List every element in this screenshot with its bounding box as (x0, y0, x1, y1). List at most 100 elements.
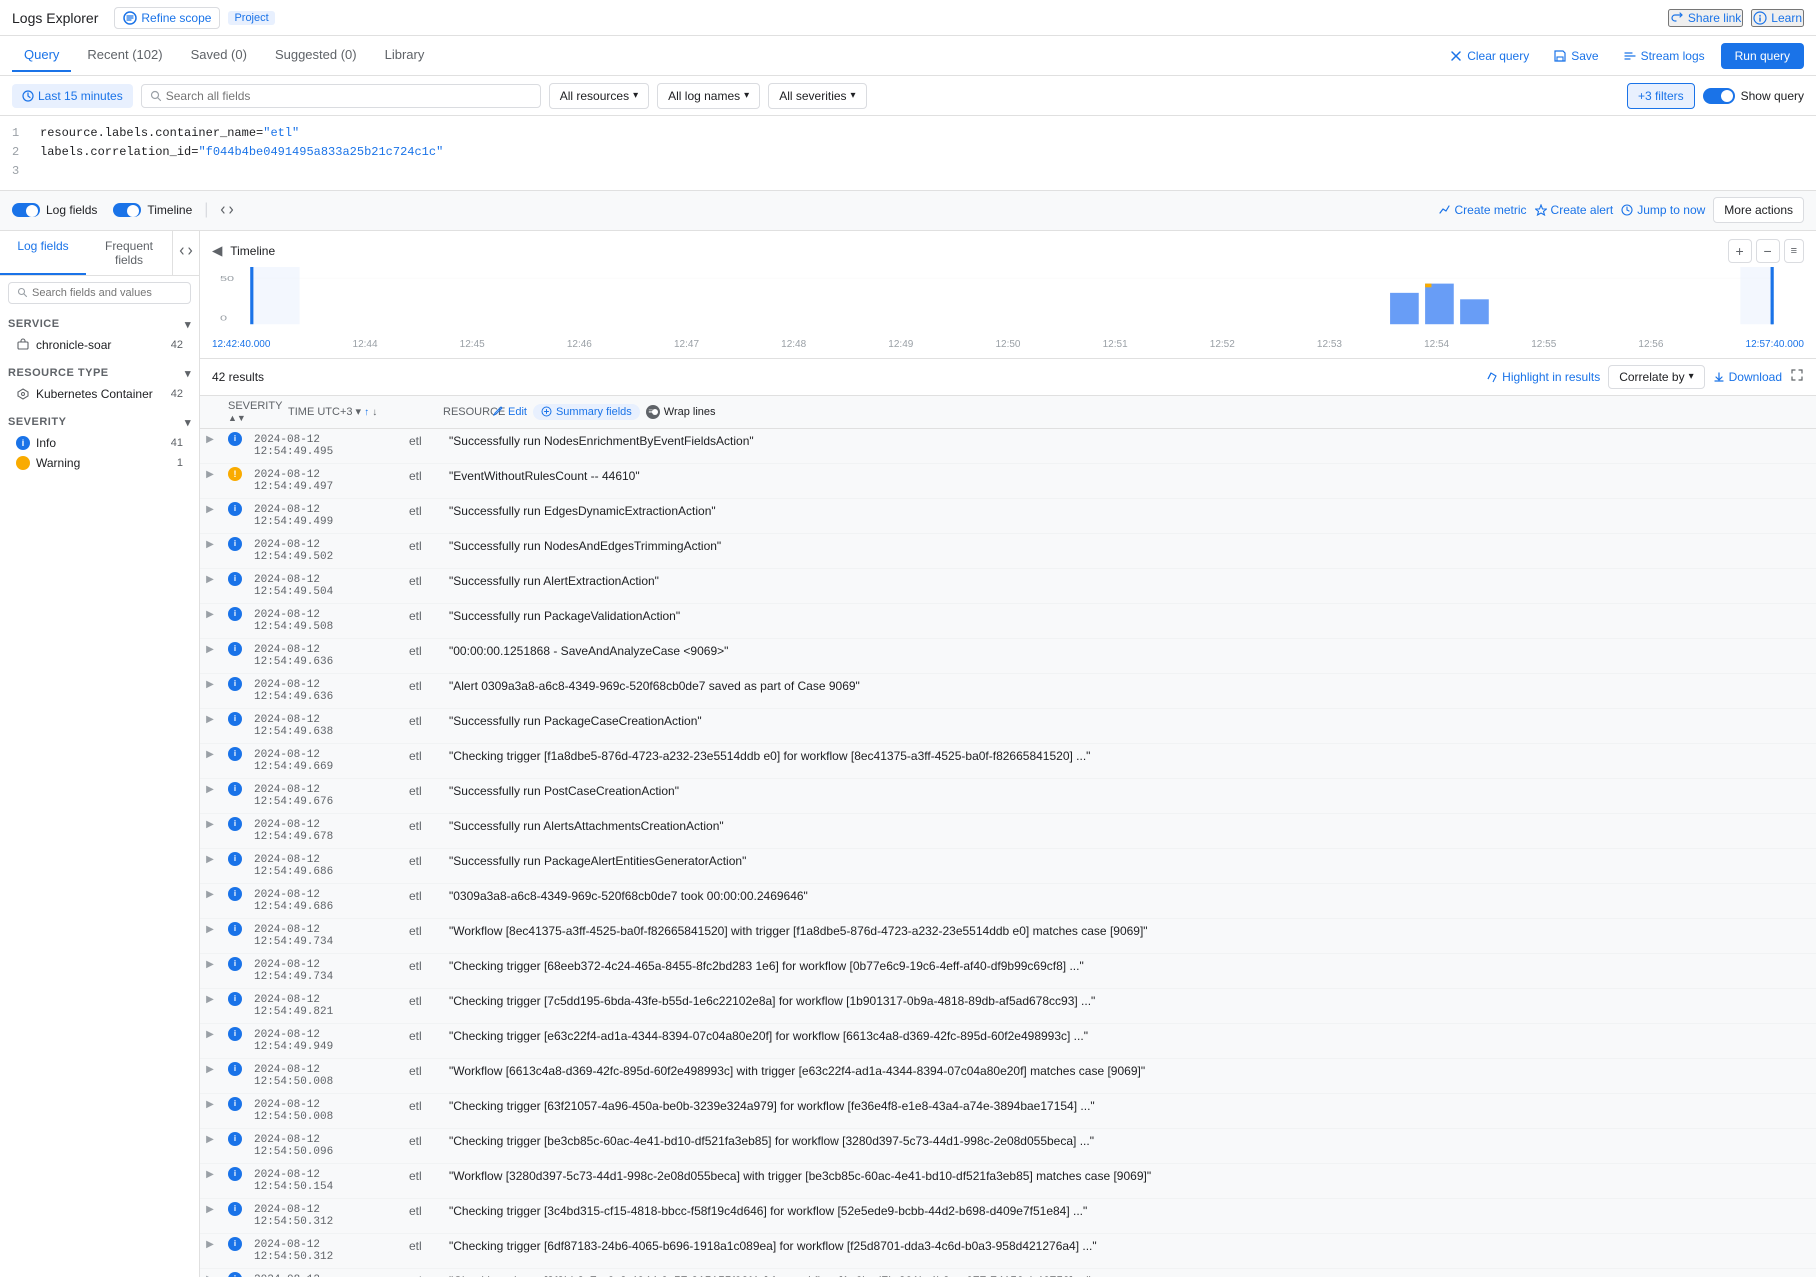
tab-saved[interactable]: Saved (0) (179, 39, 259, 72)
log-names-dropdown[interactable]: All log names ▾ (657, 83, 760, 109)
expand-col[interactable]: ▶ (200, 1167, 220, 1182)
zoom-out-button[interactable]: − (1756, 239, 1780, 263)
expand-col[interactable]: ▶ (200, 817, 220, 832)
expand-arrow-icon[interactable]: ▶ (206, 959, 214, 970)
severity-warning-item[interactable]: Warning 1 (0, 453, 199, 473)
tab-query[interactable]: Query (12, 39, 71, 72)
time-range-button[interactable]: Last 15 minutes (12, 84, 133, 108)
expand-arrow-icon[interactable]: ▶ (206, 1099, 214, 1110)
expand-col[interactable]: ▶ (200, 467, 220, 482)
edit-button[interactable]: Edit (493, 406, 527, 418)
expand-arrow-icon[interactable]: ▶ (206, 994, 214, 1005)
expand-col[interactable]: ▶ (200, 1097, 220, 1112)
expand-col[interactable]: ▶ (200, 677, 220, 692)
expand-arrow-icon[interactable]: ▶ (206, 539, 214, 550)
jump-to-now-button[interactable]: Jump to now (1621, 203, 1705, 217)
download-button[interactable]: Download (1713, 370, 1782, 384)
expand-arrow-icon[interactable]: ▶ (206, 644, 214, 655)
share-link-button[interactable]: Share link (1668, 9, 1743, 27)
highlight-in-results-button[interactable]: Highlight in results (1486, 370, 1600, 384)
expand-col[interactable]: ▶ (200, 887, 220, 902)
code-view-button[interactable] (220, 203, 234, 217)
expand-col[interactable]: ▶ (200, 572, 220, 587)
expand-col[interactable]: ▶ (200, 782, 220, 797)
expand-arrow-icon[interactable]: ▶ (206, 1169, 214, 1180)
frequent-fields-tab[interactable]: Frequent fields (86, 231, 172, 275)
expand-arrow-icon[interactable]: ▶ (206, 714, 214, 725)
expand-arrow-icon[interactable]: ▶ (206, 819, 214, 830)
log-fields-tab[interactable]: Log fields (0, 231, 86, 275)
create-metric-button[interactable]: Create metric (1439, 203, 1527, 217)
expand-arrow-icon[interactable]: ▶ (206, 504, 214, 515)
save-button[interactable]: Save (1545, 45, 1606, 67)
more-actions-button[interactable]: More actions (1713, 197, 1804, 223)
expand-arrow-icon[interactable]: ▶ (206, 1239, 214, 1250)
summary-fields-button[interactable]: Summary fields (533, 404, 640, 420)
more-filters-button[interactable]: +3 filters (1627, 83, 1695, 109)
expand-col[interactable]: ▶ (200, 432, 220, 447)
log-fields-toggle[interactable]: Log fields (12, 203, 97, 217)
create-alert-button[interactable]: Create alert (1535, 203, 1614, 217)
stream-logs-button[interactable]: Stream logs (1615, 45, 1713, 67)
tab-library[interactable]: Library (373, 39, 437, 72)
expand-arrow-icon[interactable]: ▶ (206, 749, 214, 760)
correlate-by-button[interactable]: Correlate by ▾ (1608, 365, 1704, 389)
expand-col[interactable]: ▶ (200, 852, 220, 867)
search-bar[interactable] (141, 84, 541, 108)
th-severity[interactable]: SEVERITY ▲▼ (228, 400, 288, 424)
expand-col[interactable]: ▶ (200, 1027, 220, 1042)
expand-col[interactable]: ▶ (200, 747, 220, 762)
resource-k8s-item[interactable]: Kubernetes Container 42 (0, 384, 199, 404)
expand-col[interactable]: ▶ (200, 957, 220, 972)
expand-col[interactable]: ▶ (200, 537, 220, 552)
fullscreen-button[interactable] (1790, 368, 1804, 385)
resource-type-section-header[interactable]: RESOURCE TYPE ▾ (0, 363, 199, 384)
expand-col[interactable]: ▶ (200, 1272, 220, 1277)
run-query-button[interactable]: Run query (1721, 43, 1804, 69)
expand-arrow-icon[interactable]: ▶ (206, 469, 214, 480)
expand-col[interactable]: ▶ (200, 607, 220, 622)
expand-arrow-icon[interactable]: ▶ (206, 1064, 214, 1075)
zoom-in-button[interactable]: + (1728, 239, 1752, 263)
expand-col[interactable]: ▶ (200, 712, 220, 727)
expand-arrow-icon[interactable]: ▶ (206, 1134, 214, 1145)
expand-arrow-icon[interactable]: ▶ (206, 434, 214, 445)
expand-col[interactable]: ▶ (200, 992, 220, 1007)
panel-code-button[interactable] (172, 231, 199, 275)
expand-arrow-icon[interactable]: ▶ (206, 1274, 214, 1277)
clear-query-button[interactable]: Clear query (1441, 45, 1537, 67)
refine-scope-button[interactable]: Refine scope (114, 7, 220, 29)
resources-dropdown[interactable]: All resources ▾ (549, 83, 649, 109)
show-query-toggle[interactable]: Show query (1703, 88, 1804, 104)
expand-col[interactable]: ▶ (200, 922, 220, 937)
learn-button[interactable]: Learn (1751, 9, 1804, 27)
service-item-chronicle-soar[interactable]: chronicle-soar 42 (0, 335, 199, 355)
timeline-prev-button[interactable]: ◀ (212, 243, 222, 259)
expand-col[interactable]: ▶ (200, 642, 220, 657)
search-fields-box[interactable] (8, 282, 191, 304)
expand-arrow-icon[interactable]: ▶ (206, 784, 214, 795)
expand-arrow-icon[interactable]: ▶ (206, 1204, 214, 1215)
wrap-lines-button[interactable]: ≡ Wrap lines (646, 405, 716, 419)
severity-info-item[interactable]: i Info 41 (0, 433, 199, 453)
expand-arrow-icon[interactable]: ▶ (206, 679, 214, 690)
service-section-header[interactable]: SERVICE ▾ (0, 314, 199, 335)
fields-search-input[interactable] (32, 287, 182, 299)
expand-arrow-icon[interactable]: ▶ (206, 889, 214, 900)
timeline-toggle[interactable]: Timeline (113, 203, 192, 217)
severities-dropdown[interactable]: All severities ▾ (768, 83, 866, 109)
zoom-reset-button[interactable]: ≡ (1784, 239, 1804, 263)
severity-section-header[interactable]: SEVERITY ▾ (0, 412, 199, 433)
expand-col[interactable]: ▶ (200, 1132, 220, 1147)
tab-suggested[interactable]: Suggested (0) (263, 39, 369, 72)
expand-arrow-icon[interactable]: ▶ (206, 854, 214, 865)
expand-col[interactable]: ▶ (200, 1237, 220, 1252)
expand-col[interactable]: ▶ (200, 502, 220, 517)
expand-arrow-icon[interactable]: ▶ (206, 574, 214, 585)
expand-col[interactable]: ▶ (200, 1202, 220, 1217)
expand-col[interactable]: ▶ (200, 1062, 220, 1077)
tab-recent[interactable]: Recent (102) (75, 39, 174, 72)
th-time[interactable]: TIME UTC+3 ▾ ↑ ↓ (288, 405, 443, 418)
expand-arrow-icon[interactable]: ▶ (206, 924, 214, 935)
expand-arrow-icon[interactable]: ▶ (206, 609, 214, 620)
